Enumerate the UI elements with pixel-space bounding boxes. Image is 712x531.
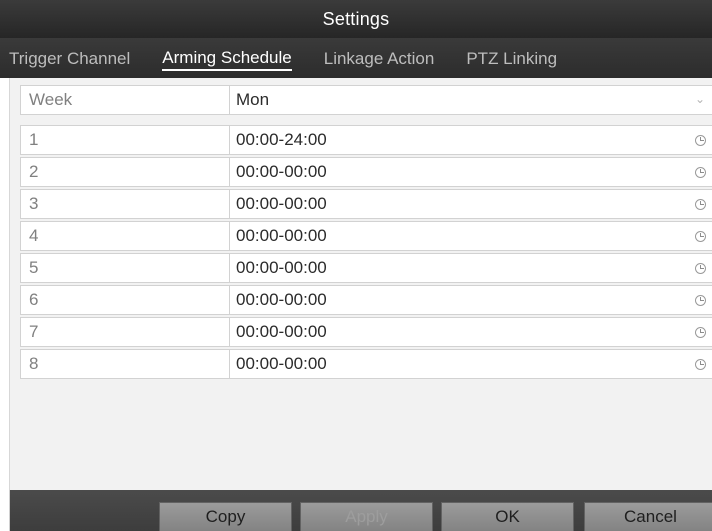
clock-icon[interactable] [695,135,706,146]
schedule-index: 4 [21,222,230,250]
schedule-time-value: 00:00-00:00 [236,258,327,277]
tab-arming-schedule[interactable]: Arming Schedule [162,48,292,71]
schedule-row: 5 00:00-00:00 [20,253,712,283]
clock-icon[interactable] [695,295,706,306]
copy-button[interactable]: Copy [159,502,292,531]
clock-icon[interactable] [695,231,706,242]
week-row: Week Mon ⌄ [20,85,712,115]
schedule-time-field[interactable]: 00:00-00:00 [230,254,712,282]
tab-linkage-action[interactable]: Linkage Action [324,49,435,69]
week-select[interactable]: Mon ⌄ [230,86,712,114]
chevron-down-icon[interactable]: ⌄ [695,92,705,106]
schedule-time-value: 00:00-00:00 [236,226,327,245]
clock-icon[interactable] [695,263,706,274]
window-title: Settings [322,8,390,29]
schedule-time-value: 00:00-00:00 [236,194,327,213]
schedule-time-field[interactable]: 00:00-00:00 [230,222,712,250]
schedule-time-field[interactable]: 00:00-00:00 [230,158,712,186]
schedule-row: 1 00:00-24:00 [20,125,712,155]
clock-icon[interactable] [695,199,706,210]
week-value: Mon [236,90,270,109]
schedule-index: 6 [21,286,230,314]
schedule-time-field[interactable]: 00:00-00:00 [230,350,712,378]
schedule-row: 2 00:00-00:00 [20,157,712,187]
schedule-time-field[interactable]: 00:00-24:00 [230,126,712,154]
clock-icon[interactable] [695,167,706,178]
schedule-row: 6 00:00-00:00 [20,285,712,315]
title-bar: Settings [0,0,712,38]
tab-bar: Trigger Channel Arming Schedule Linkage … [0,38,712,78]
schedule-time-field[interactable]: 00:00-00:00 [230,190,712,218]
tab-trigger-channel[interactable]: Trigger Channel [9,49,130,69]
schedule-row: 3 00:00-00:00 [20,189,712,219]
schedule-index: 3 [21,190,230,218]
schedule-time-value: 00:00-00:00 [236,354,327,373]
ok-button[interactable]: OK [441,502,574,531]
schedule-row: 4 00:00-00:00 [20,221,712,251]
apply-button[interactable]: Apply [300,502,433,531]
schedule-time-field[interactable]: 00:00-00:00 [230,318,712,346]
schedule-time-field[interactable]: 00:00-00:00 [230,286,712,314]
schedule-time-value: 00:00-00:00 [236,162,327,181]
schedule-index: 8 [21,350,230,378]
schedule-panel: Week Mon ⌄ 1 00:00-24:00 2 00:00-00:00 3… [9,78,712,490]
tab-ptz-linking[interactable]: PTZ Linking [466,49,557,69]
schedule-index: 2 [21,158,230,186]
clock-icon[interactable] [695,359,706,370]
schedule-index: 5 [21,254,230,282]
schedule-index: 7 [21,318,230,346]
cancel-button[interactable]: Cancel [584,502,712,531]
settings-window: Settings Trigger Channel Arming Schedule… [0,0,712,531]
schedule-time-value: 00:00-00:00 [236,322,327,341]
week-label: Week [21,86,230,114]
button-bar: Copy Apply OK Cancel [9,490,712,531]
schedule-time-value: 00:00-24:00 [236,130,327,149]
clock-icon[interactable] [695,327,706,338]
schedule-time-value: 00:00-00:00 [236,290,327,309]
schedule-index: 1 [21,126,230,154]
schedule-row: 8 00:00-00:00 [20,349,712,379]
schedule-row: 7 00:00-00:00 [20,317,712,347]
